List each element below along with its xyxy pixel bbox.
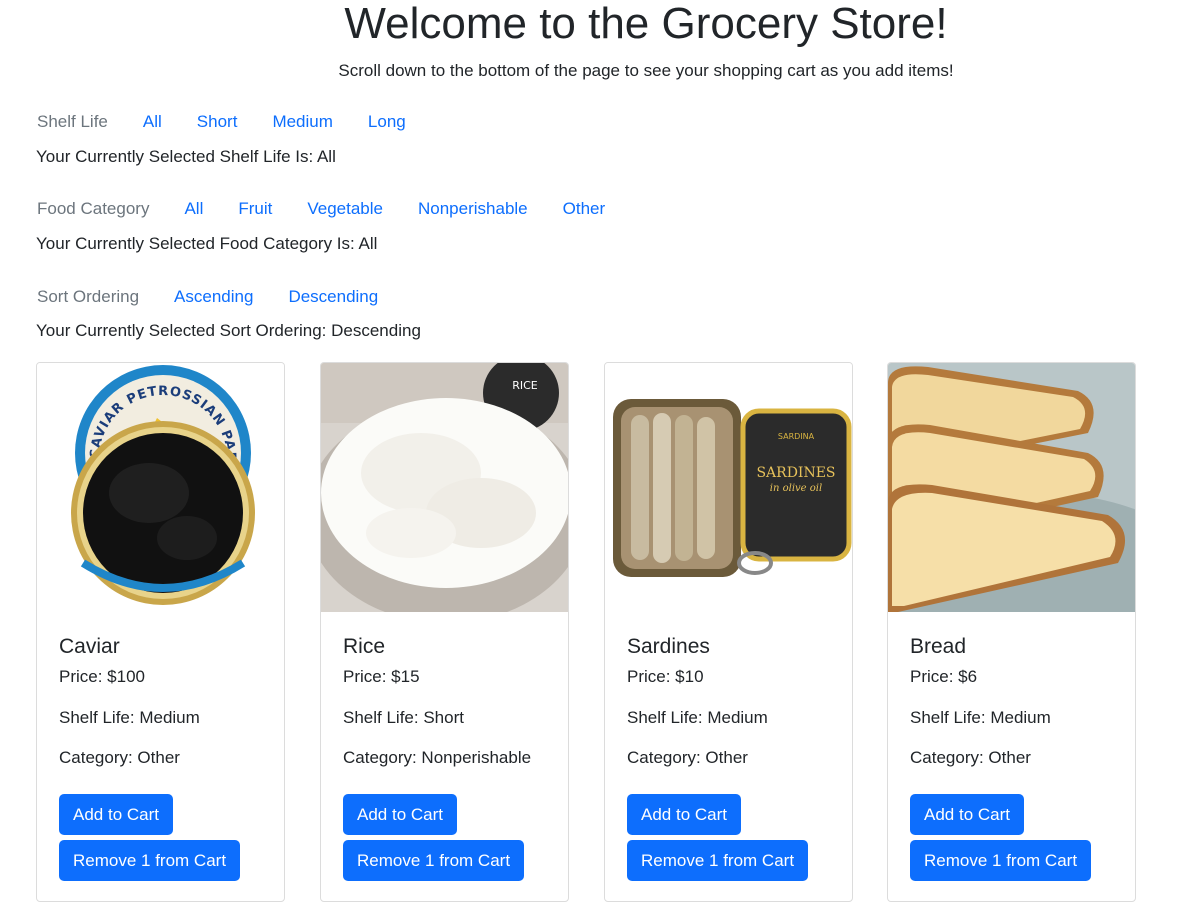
sort-ordering-label: Sort Ordering [37, 287, 140, 306]
product-shelf-life: Shelf Life: Medium [910, 708, 1051, 727]
product-category: Category: Other [910, 748, 1031, 767]
remove-from-cart-button[interactable]: Remove 1 from Cart [910, 840, 1092, 881]
product-name: Sardines [627, 635, 710, 658]
product-category: Category: Nonperishable [343, 748, 532, 767]
product-category: Category: Other [59, 748, 180, 767]
food-category-nonperishable-link[interactable]: Nonperishable [418, 199, 528, 219]
sort-ordering-filter: Sort Ordering Ascending Descending [37, 284, 413, 310]
sardine-tin-text: SARDINES [756, 465, 835, 481]
sardine-brand-text: SARDINA [778, 432, 815, 441]
shelf-life-label: Shelf Life [37, 112, 108, 131]
product-price: Price: $10 [627, 667, 704, 686]
food-category-label: Food Category [37, 199, 150, 218]
product-shelf-life: Shelf Life: Medium [59, 708, 200, 727]
page-title: Welcome to the Grocery Store! [344, 0, 948, 48]
bread-image [888, 363, 1135, 612]
sardines-image: SARDINA SARDINES in olive oil [605, 363, 852, 612]
shelf-life-short-link[interactable]: Short [197, 112, 238, 132]
shelf-life-filter: Shelf Life All Short Medium Long [37, 109, 441, 135]
product-name: Bread [910, 635, 967, 658]
shelf-life-medium-link[interactable]: Medium [272, 112, 332, 132]
product-shelf-life: Shelf Life: Medium [627, 708, 768, 727]
caviar-image: CAVIAR PETROSSIAN PARIS [37, 363, 284, 612]
product-shelf-life: Shelf Life: Short [343, 708, 464, 727]
food-category-all-link[interactable]: All [184, 199, 203, 219]
product-price: Price: $15 [343, 667, 420, 686]
rice-image: RICE [321, 363, 568, 612]
product-name: Caviar [59, 635, 120, 658]
product-price: Price: $100 [59, 667, 145, 686]
food-category-fruit-link[interactable]: Fruit [238, 199, 272, 219]
remove-from-cart-button[interactable]: Remove 1 from Cart [343, 840, 525, 881]
grocery-store-page: Welcome to the Grocery Store! Scroll dow… [0, 0, 1177, 904]
product-card: Bread Price: $6 Shelf Life: Medium Categ… [887, 362, 1136, 902]
product-price: Price: $6 [910, 667, 978, 686]
add-to-cart-button[interactable]: Add to Cart [343, 794, 457, 835]
shelf-life-all-link[interactable]: All [143, 112, 162, 132]
product-card: CAVIAR PETROSSIAN PARIS Caviar Price: $1… [36, 362, 285, 902]
selected-sort-ordering-text: Your Currently Selected Sort Ordering: D… [36, 321, 421, 340]
add-to-cart-button[interactable]: Add to Cart [627, 794, 741, 835]
rice-jar-label: RICE [512, 379, 538, 392]
product-category: Category: Other [627, 748, 748, 767]
selected-shelf-life-text: Your Currently Selected Shelf Life Is: A… [36, 147, 336, 166]
remove-from-cart-button[interactable]: Remove 1 from Cart [59, 840, 241, 881]
remove-from-cart-button[interactable]: Remove 1 from Cart [627, 840, 809, 881]
shelf-life-long-link[interactable]: Long [368, 112, 406, 132]
food-category-other-link[interactable]: Other [563, 199, 606, 219]
product-card: SARDINA SARDINES in olive oil Sardines P… [604, 362, 853, 902]
sort-ascending-link[interactable]: Ascending [174, 287, 253, 307]
selected-food-category-text: Your Currently Selected Food Category Is… [36, 234, 378, 253]
product-name: Rice [343, 635, 386, 658]
food-category-vegetable-link[interactable]: Vegetable [307, 199, 383, 219]
product-card: RICE Rice Price: $15 Shelf Life: Short C… [320, 362, 569, 902]
sort-descending-link[interactable]: Descending [288, 287, 378, 307]
add-to-cart-button[interactable]: Add to Cart [910, 794, 1024, 835]
food-category-filter: Food Category All Fruit Vegetable Nonper… [37, 196, 640, 222]
sardine-tin-subtext: in olive oil [770, 483, 822, 494]
add-to-cart-button[interactable]: Add to Cart [59, 794, 173, 835]
page-subtitle: Scroll down to the bottom of the page to… [338, 61, 954, 80]
